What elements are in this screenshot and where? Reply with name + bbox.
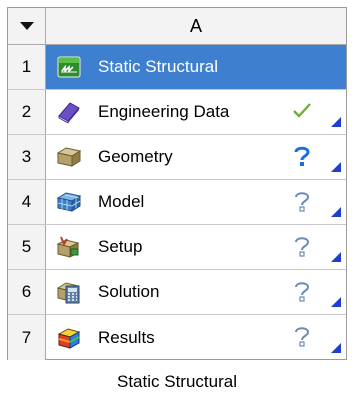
context-menu-arrow-icon[interactable] xyxy=(331,297,341,307)
cell-row-solution[interactable]: 6 Solution xyxy=(8,270,346,315)
row-number: 7 xyxy=(8,315,46,360)
cell-label: Setup xyxy=(98,237,143,256)
context-menu-arrow-icon[interactable] xyxy=(331,117,341,127)
unfulfilled-icon xyxy=(290,234,314,258)
collapse-triangle-icon xyxy=(19,22,34,30)
engineering-data-icon xyxy=(56,99,82,125)
cell-label: Model xyxy=(98,192,145,211)
row-number: 5 xyxy=(8,225,46,269)
row-number: 4 xyxy=(8,180,46,224)
solution-icon xyxy=(56,279,82,305)
row-number: 3 xyxy=(8,135,46,179)
row-number: 6 xyxy=(8,270,46,314)
cell-row-setup[interactable]: 5 Setup xyxy=(8,225,346,270)
cell-label: Geometry xyxy=(98,147,173,166)
static-structural-system[interactable]: A 1 Static Structural 2 Engineering Data… xyxy=(7,7,347,360)
context-menu-arrow-icon[interactable] xyxy=(331,343,341,353)
context-menu-arrow-icon[interactable] xyxy=(331,162,341,172)
cell-label: Results xyxy=(98,327,155,347)
cell-results[interactable]: Results xyxy=(46,315,346,360)
context-menu-arrow-icon[interactable] xyxy=(331,207,341,217)
geometry-icon xyxy=(56,144,82,170)
cell-model[interactable]: Model xyxy=(46,180,346,224)
up-to-date-check-icon xyxy=(290,99,314,123)
results-icon xyxy=(56,325,82,351)
attention-required-icon xyxy=(290,144,314,168)
model-icon xyxy=(56,189,82,215)
cell-row-geometry[interactable]: 3 Geometry xyxy=(8,135,346,180)
static-structural-icon xyxy=(56,54,82,80)
row-number: 2 xyxy=(8,90,46,134)
cell-row-results[interactable]: 7 Results xyxy=(8,315,346,360)
cell-row-model[interactable]: 4 Model xyxy=(8,180,346,225)
cell-row-static-structural[interactable]: 1 Static Structural xyxy=(8,45,346,90)
cell-label: Static Structural xyxy=(98,57,218,76)
cell-setup[interactable]: Setup xyxy=(46,225,346,269)
cell-engineering-data[interactable]: Engineering Data xyxy=(46,90,346,134)
column-header: A xyxy=(189,15,202,36)
system-caption[interactable]: Static Structural xyxy=(0,372,354,392)
system-header-row: A xyxy=(8,8,346,45)
cell-static-structural[interactable]: Static Structural xyxy=(46,45,346,89)
cell-label: Solution xyxy=(98,282,160,301)
unfulfilled-icon xyxy=(290,279,314,303)
row-number: 1 xyxy=(8,45,46,89)
cell-row-engineering-data[interactable]: 2 Engineering Data xyxy=(8,90,346,135)
unfulfilled-icon xyxy=(290,324,314,348)
cell-geometry[interactable]: Geometry xyxy=(46,135,346,179)
cell-label: Engineering Data xyxy=(98,102,230,121)
setup-icon xyxy=(56,234,82,260)
cell-solution[interactable]: Solution xyxy=(46,270,346,314)
context-menu-arrow-icon[interactable] xyxy=(331,252,341,262)
unfulfilled-icon xyxy=(290,189,314,213)
collapse-system-button[interactable] xyxy=(8,8,46,44)
